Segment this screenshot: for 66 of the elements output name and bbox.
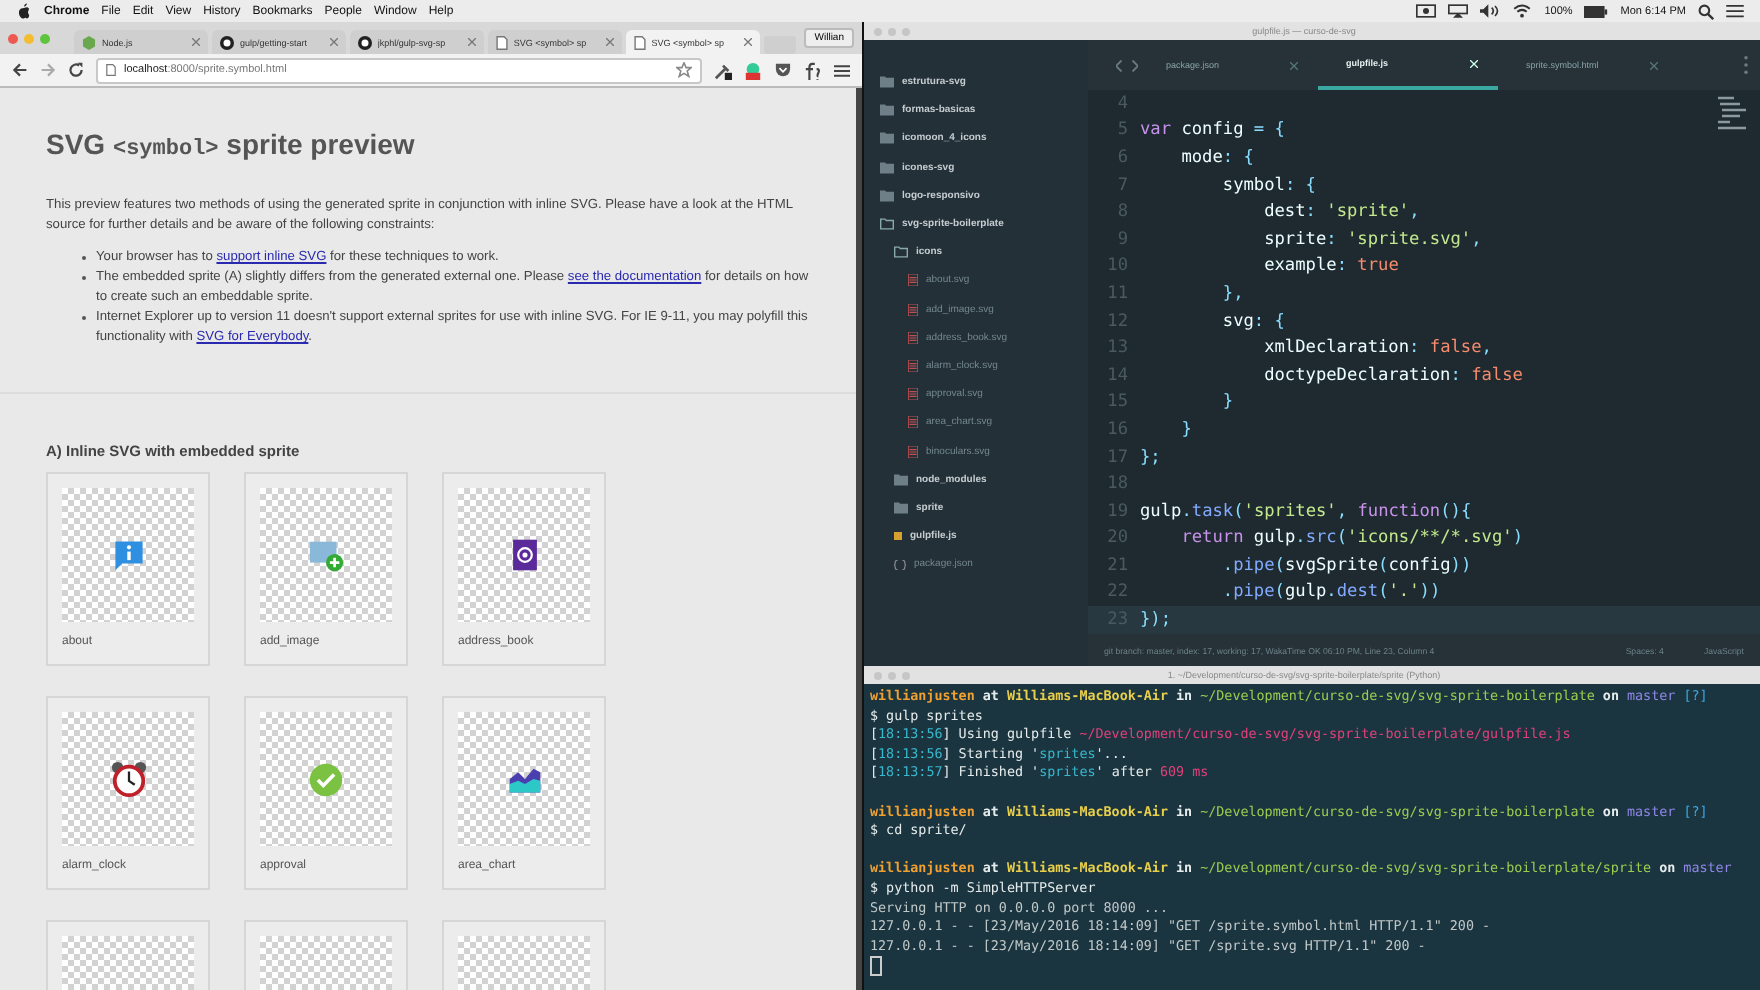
folder-icon: [894, 473, 908, 486]
code-line: return gulp.src('icons/**/*.svg'): [1179, 528, 1524, 549]
code-line: dest: 'sprite',: [1262, 202, 1420, 223]
image-plus-icon: [307, 536, 345, 574]
address-book-icon: [507, 538, 541, 572]
back-icon[interactable]: [12, 62, 28, 78]
file-icon: [908, 416, 918, 429]
code-line: .pipe(svgSprite(config)): [1220, 555, 1472, 576]
wifi-icon[interactable]: [1512, 4, 1533, 18]
code-line: };: [1140, 447, 1161, 468]
apple-icon[interactable]: [16, 2, 32, 20]
code-line: }: [1179, 419, 1192, 440]
file-icon: [908, 303, 918, 316]
code-line: doctypeDeclaration: false: [1262, 365, 1523, 386]
extension-icon[interactable]: [744, 61, 762, 79]
menu-icon[interactable]: [834, 63, 850, 77]
code-line: .pipe(gulp.dest('.')): [1220, 582, 1441, 603]
file-icon: [908, 331, 918, 344]
code-line: svg: {: [1220, 311, 1285, 332]
folder-icon: [880, 161, 894, 174]
file-icon: [908, 445, 918, 458]
folder-icon: [880, 104, 894, 117]
code-line: var config = {: [1140, 120, 1285, 141]
menu-icon[interactable]: [1726, 4, 1744, 18]
folder-outline-icon: [894, 246, 908, 259]
minimap-drawing: [1716, 94, 1748, 134]
info-icon: [111, 538, 145, 572]
folder-icon: [894, 501, 908, 514]
battery-icon[interactable]: [1584, 5, 1609, 17]
window-controls-icon[interactable]: [8, 33, 50, 43]
navigation-arrows-icon[interactable]: [1116, 59, 1138, 71]
code-line: });: [1140, 610, 1172, 631]
page-icon: [106, 64, 116, 76]
star-icon[interactable]: [676, 62, 692, 78]
code-line: gulp.task('sprites', function(){: [1140, 501, 1472, 522]
font-icon[interactable]: [804, 61, 822, 79]
js-file-icon: [894, 532, 902, 541]
code-line: xmlDeclaration: false,: [1262, 338, 1492, 359]
page-icon: [633, 35, 646, 49]
file-icon: [908, 359, 918, 372]
folder-icon: [880, 189, 894, 202]
pocket-icon[interactable]: [774, 62, 792, 78]
code-line: }: [1220, 392, 1234, 413]
screen-record-icon[interactable]: [1416, 4, 1437, 18]
reload-icon[interactable]: [68, 62, 84, 78]
file-icon: [908, 274, 918, 287]
page-title: SVG <symbol> sprite preview: [46, 128, 417, 162]
alarm-clock-icon: [109, 760, 147, 798]
page-icon: [495, 35, 508, 49]
code-line: mode: {: [1179, 147, 1254, 168]
code-line: sprite: 'sprite.svg',: [1262, 229, 1482, 250]
file-icon: [908, 388, 918, 401]
code-line: example: true: [1262, 256, 1399, 277]
code-line: },: [1220, 283, 1244, 304]
braces-icon: [894, 559, 906, 570]
search-icon[interactable]: [1698, 3, 1714, 19]
folder-icon: [880, 76, 894, 89]
code-editor[interactable]: [1088, 90, 1760, 634]
code-line: symbol: {: [1220, 175, 1316, 196]
folder-outline-icon: [880, 218, 894, 231]
text-cursor: [870, 956, 882, 977]
airplay-icon[interactable]: [1448, 4, 1469, 18]
check-icon: [308, 761, 344, 797]
volume-icon[interactable]: [1480, 4, 1501, 18]
folder-icon: [880, 132, 894, 145]
hexagon-icon: [82, 35, 96, 49]
